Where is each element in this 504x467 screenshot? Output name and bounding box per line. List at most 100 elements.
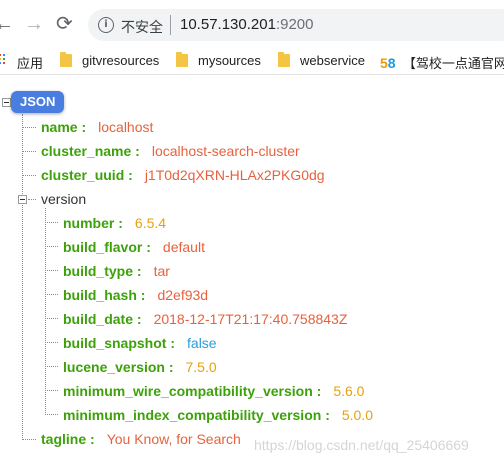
key-label: name [41,119,78,135]
colon: : [140,287,146,303]
key-label: tagline [41,431,87,447]
key-label: minimum_index_compatibility_version [63,407,322,423]
colon: : [90,431,95,447]
version-guide-line [45,208,46,415]
key-label: build_type [63,263,134,279]
colon: : [118,215,123,231]
address-separator [170,15,171,35]
colon: : [316,383,322,399]
key-label: cluster_uuid [41,167,125,183]
folder-icon [278,52,290,67]
colon: : [146,239,151,255]
key-label: build_hash [63,287,137,303]
key-label: minimum_wire_compatibility_version [63,383,313,399]
colon: : [136,311,142,327]
bookmark-label: gitvresources [82,53,160,68]
value-string: default [162,239,205,255]
connector [22,175,36,176]
address-bar[interactable]: i 不安全 10.57.130.201:9200 [88,9,504,41]
value-string: 2018-12-17T21:17:40.758843Z [153,311,348,327]
tree-row-min-index-compat[interactable]: minimum_index_compatibility_version :5.0… [63,406,373,424]
key-label: build_date [63,311,134,327]
tree-row-min-wire-compat[interactable]: minimum_wire_compatibility_version :5.6.… [63,382,364,400]
key-label: build_flavor [63,239,143,255]
bookmark-label: mysources [198,53,261,68]
value-string: j1T0d2qXRN-HLAx2PKG0dg [144,167,325,183]
browser-toolbar: ← → ⟳ i 不安全 10.57.130.201:9200 [0,0,504,48]
connector [45,342,58,343]
bookmarks-bar: 应用 gitvresources mysources webservice 58… [0,48,504,75]
tree-row-cluster-name[interactable]: cluster_name : localhost-search-cluster [41,142,300,160]
tree-row-build-hash[interactable]: build_hash : d2ef93d [63,286,208,304]
colon: : [135,143,140,159]
forward-arrow-icon[interactable]: → [24,14,44,34]
connector [22,127,36,128]
bookmark-mysources[interactable]: mysources [176,52,261,68]
key-label: lucene_version [63,359,165,375]
url-port: :9200 [275,16,314,33]
colon: : [136,263,142,279]
value-string: d2ef93d [157,287,209,303]
tree-row-tagline[interactable]: tagline : You Know, for Search [41,430,241,448]
colon: : [81,119,87,135]
tree-row-name[interactable]: name : localhost [41,118,153,136]
tree-row-cluster-uuid[interactable]: cluster_uuid : j1T0d2qXRN-HLAx2PKG0dg [41,166,325,184]
bookmark-webservice[interactable]: webservice [278,52,366,68]
tree-row-number[interactable]: number :6.5.4 [63,214,166,232]
colon: : [128,167,133,183]
key-label: cluster_name [41,143,132,159]
value-string: localhost-search-cluster [151,143,300,159]
bookmark-apps[interactable]: 应用 [17,53,43,72]
connector [45,318,58,319]
object-key-label: version [41,191,87,207]
reload-icon[interactable]: ⟳ [56,14,73,34]
tree-row-build-snapshot[interactable]: build_snapshot : false [63,334,217,352]
connector [45,390,58,391]
connector [28,199,36,200]
colon: : [170,335,176,351]
value-string: 5.0.0 [341,407,373,423]
tree-row-build-type[interactable]: build_type : tar [63,262,170,280]
security-label[interactable]: 不安全 [121,17,163,37]
apps-grid-icon[interactable] [0,54,7,67]
connector [45,222,58,223]
root-guide-line [22,114,23,440]
back-arrow-icon[interactable]: ← [0,14,14,34]
site-58-icon: 58 [380,55,396,71]
value-string: tar [153,263,170,279]
json-root-badge[interactable]: JSON [11,91,65,113]
bookmark-label: webservice [300,53,366,68]
json-tree-viewer: JSON name : localhost cluster_name : local… [0,74,504,467]
tree-row-build-flavor[interactable]: build_flavor : default [63,238,205,256]
version-collapse-toggle[interactable] [18,195,27,204]
connector [22,151,36,152]
key-label: number [63,215,115,231]
value-string: 5.6.0 [333,383,365,399]
connector [45,246,58,247]
value-string: You Know, for Search [106,431,241,447]
connector [45,414,58,415]
url-text[interactable]: 10.57.130.201:9200 [180,16,313,33]
folder-icon [60,52,72,67]
site-58-five: 5 [380,55,388,71]
site-58-eight: 8 [387,55,396,71]
colon: : [168,359,174,375]
tree-row-build-date[interactable]: build_date :2018-12-17T21:17:40.758843Z [63,310,347,328]
info-icon[interactable]: i [98,17,114,33]
connector [22,439,36,440]
value-string: 6.5.4 [134,215,167,231]
key-label: build_snapshot [63,335,167,351]
bookmark-gitvresources[interactable]: gitvresources [60,52,160,68]
watermark-text: https://blog.csdn.net/qq_25406669 [254,437,469,453]
url-host: 10.57.130.201 [180,16,276,33]
bookmark-label: 【驾校一点通官网】 [402,56,504,71]
connector [45,294,58,295]
value-string: 7.5.0 [185,359,217,375]
value-string: localhost [98,119,154,135]
tree-row-lucene-version[interactable]: lucene_version :7.5.0 [63,358,217,376]
colon: : [325,407,330,423]
connector [45,270,58,271]
bookmark-58-site[interactable]: 58 【驾校一点通官网】 [380,53,504,72]
tree-row-version[interactable]: version [41,190,86,208]
root-collapse-toggle[interactable] [2,98,11,107]
